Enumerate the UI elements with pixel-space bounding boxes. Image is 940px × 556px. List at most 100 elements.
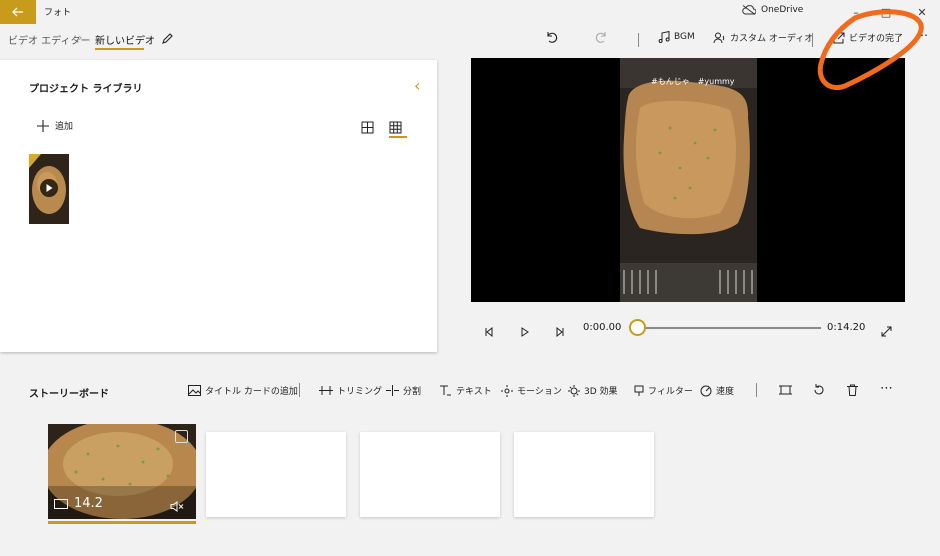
breadcrumb-project-name: 新しいビデオ: [95, 36, 155, 47]
storyboard-toolbar: ストーリーボード タイトル カードの追加 トリミング 分割 テキスト モーション…: [0, 374, 940, 408]
clip-duration-label: 14.2: [74, 496, 103, 511]
toolbar-divider: [756, 383, 757, 397]
mute-icon: [170, 501, 184, 512]
total-time: 0:14.20: [827, 322, 866, 333]
person-audio-icon: [713, 32, 725, 43]
video-frame: #もんじゃ #yummy: [620, 58, 757, 302]
motion-button[interactable]: モーション: [501, 384, 562, 397]
resize-button[interactable]: [779, 384, 792, 396]
video-caption: #もんじゃ #yummy: [651, 77, 735, 86]
redo-button[interactable]: [595, 31, 608, 44]
monjayaki-image: [620, 58, 757, 302]
seek-bar[interactable]: [637, 327, 821, 329]
clip-select-checkbox[interactable]: [175, 430, 188, 443]
trim-label: トリミング: [337, 387, 383, 397]
motion-label: モーション: [517, 387, 562, 397]
redo-icon: [595, 32, 606, 43]
library-video-thumbnail[interactable]: [29, 154, 69, 224]
hand-drawn-circle-annotation: [815, 6, 933, 94]
filters-label: フィルター: [648, 387, 693, 397]
undo-button[interactable]: [545, 31, 558, 44]
motion-icon: [501, 384, 513, 397]
crop-icon: [779, 385, 792, 395]
rotate-button[interactable]: [813, 384, 825, 396]
back-button[interactable]: [0, 0, 36, 24]
toolbar-divider: [299, 383, 300, 397]
toolbar-divider: [638, 33, 639, 47]
aspect-ratio-icon: [54, 498, 68, 509]
empty-storyboard-slot[interactable]: [514, 432, 654, 517]
play-button[interactable]: [520, 322, 530, 341]
more-icon: ⋯: [880, 381, 893, 396]
add-media-button[interactable]: 追加: [37, 119, 73, 132]
food-thumbnail-image: [29, 154, 69, 224]
onedrive-label: OneDrive: [761, 5, 804, 15]
custom-audio-label: カスタム オーディオ: [730, 34, 814, 44]
arrow-left-icon: [12, 7, 23, 17]
empty-storyboard-slot[interactable]: [206, 432, 346, 517]
empty-storyboard-slot[interactable]: [360, 432, 500, 517]
bgm-button[interactable]: BGM: [658, 31, 695, 43]
clip-selected-indicator: [48, 521, 196, 524]
playback-controls: 0:00.00 0:14.20: [471, 314, 905, 342]
storyboard-more-button[interactable]: ⋯: [880, 381, 893, 396]
previous-frame-button[interactable]: [484, 322, 494, 341]
large-grid-view-button[interactable]: [361, 119, 374, 138]
trim-button[interactable]: トリミング: [319, 384, 382, 397]
speed-button[interactable]: 速度: [700, 384, 734, 397]
current-time: 0:00.00: [583, 322, 622, 333]
custom-audio-button[interactable]: カスタム オーディオ: [713, 31, 813, 44]
toolbar-divider: [812, 33, 813, 47]
music-note-icon: [658, 31, 670, 43]
storyboard-title: ストーリーボード: [29, 389, 109, 400]
delete-button[interactable]: [847, 384, 858, 396]
grid-small-icon: [389, 121, 402, 134]
trim-icon: [319, 386, 333, 395]
play-icon: [521, 327, 529, 337]
text-label: テキスト: [456, 387, 492, 397]
filter-icon: [634, 385, 644, 396]
filters-button[interactable]: フィルター: [634, 384, 693, 397]
plus-icon: [37, 119, 49, 132]
grid-large-icon: [361, 121, 374, 134]
project-library-panel: プロジェクト ライブラリ ‹ 追加: [0, 60, 437, 352]
editor-toolbar: ビデオ エディター › 新しいビデオ BGM カスタム オーディオ ビデオの完了…: [0, 24, 940, 54]
rename-button[interactable]: [161, 30, 174, 49]
chevron-right-icon: ›: [78, 31, 83, 44]
clip-duration: 14.2: [54, 496, 103, 511]
library-title: プロジェクト ライブラリ: [29, 84, 143, 95]
video-preview[interactable]: #もんじゃ #yummy: [471, 58, 905, 302]
app-title: フォト: [44, 8, 72, 18]
undo-icon: [547, 32, 558, 43]
collapse-library-button[interactable]: ‹: [414, 76, 420, 95]
add-title-card-button[interactable]: タイトル カードの追加: [188, 384, 298, 397]
trash-icon: [847, 384, 858, 396]
cloud-off-icon: [742, 5, 756, 15]
fullscreen-button[interactable]: [881, 322, 892, 341]
text-button[interactable]: テキスト: [439, 384, 492, 397]
step-forward-icon: [556, 326, 564, 338]
add-label: 追加: [55, 122, 74, 132]
expand-icon: [881, 326, 892, 337]
clip-mute-button[interactable]: [170, 497, 184, 516]
title-bar: フォト OneDrive – □ ✕: [0, 0, 940, 24]
speed-label: 速度: [716, 387, 735, 397]
text-icon: [440, 385, 451, 396]
split-button[interactable]: 分割: [386, 384, 421, 397]
image-icon: [188, 385, 201, 396]
next-frame-button[interactable]: [555, 322, 565, 341]
3d-effects-label: 3D 効果: [584, 387, 618, 397]
rotate-icon: [814, 384, 824, 395]
sparkle-icon: [568, 384, 580, 397]
3d-effects-button[interactable]: 3D 効果: [568, 384, 618, 397]
split-label: 分割: [403, 387, 422, 397]
storyboard-clip[interactable]: 14.2: [48, 424, 196, 519]
active-view-indicator: [389, 136, 407, 138]
bgm-label: BGM: [674, 32, 695, 42]
seek-thumb[interactable]: [628, 319, 646, 336]
step-back-icon: [485, 326, 493, 338]
add-title-card-label: タイトル カードの追加: [205, 387, 298, 397]
split-icon: [386, 385, 399, 396]
speedometer-icon: [700, 385, 712, 396]
onedrive-status[interactable]: OneDrive: [742, 5, 803, 15]
